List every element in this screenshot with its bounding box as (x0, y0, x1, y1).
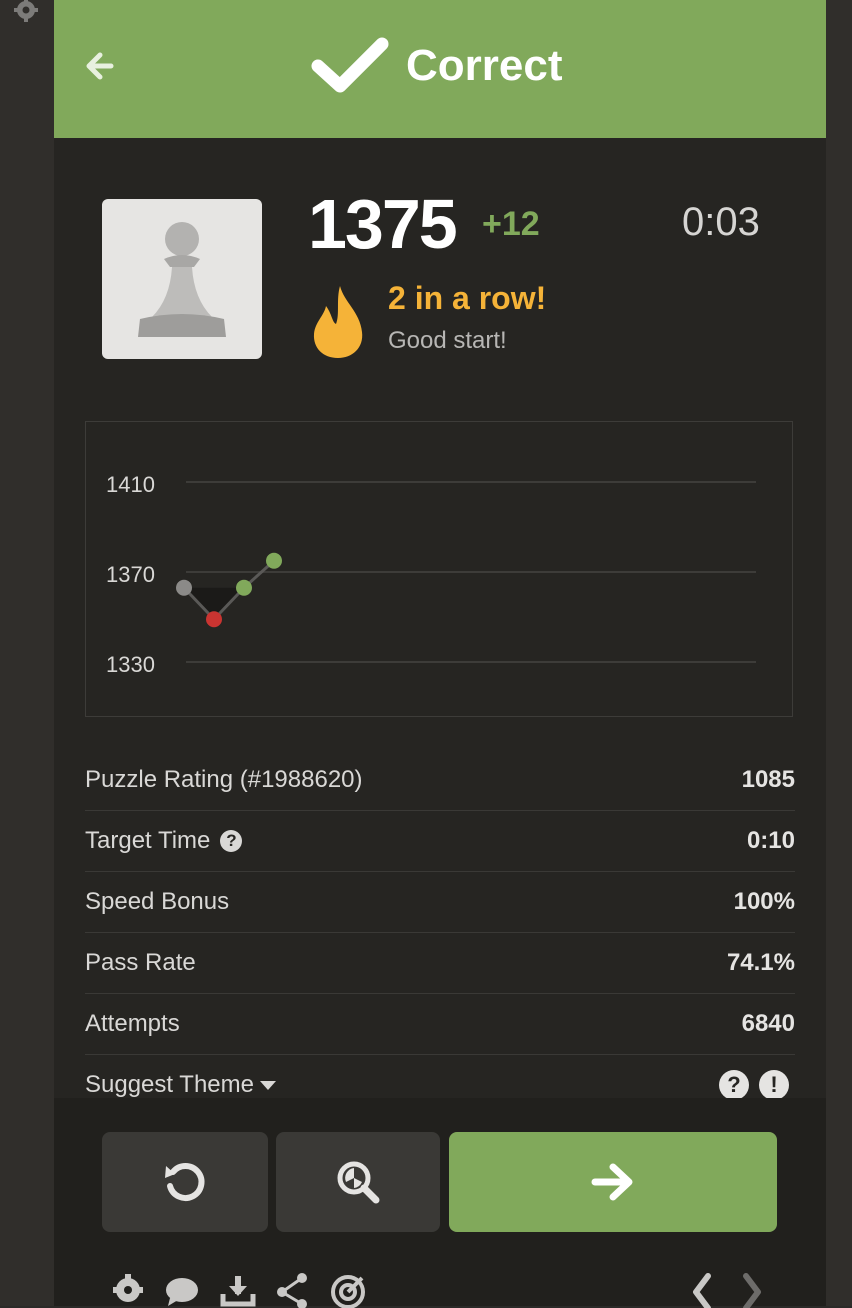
theme-icons: ? ! (709, 1070, 789, 1100)
stat-row-target-time: Target Time ? 0:10 (85, 811, 795, 872)
arrow-right-icon (591, 1163, 633, 1201)
chart-data-point (266, 552, 282, 569)
rating-change: +12 (482, 205, 540, 243)
analysis-magnifier-icon (337, 1161, 380, 1204)
stat-row-pass-rate: Pass Rate 74.1% (85, 933, 795, 994)
solve-timer: 0:03 (682, 200, 760, 244)
caret-down-icon (260, 1080, 276, 1090)
gear-icon[interactable] (108, 1268, 148, 1308)
download-icon[interactable] (218, 1268, 258, 1308)
chart-data-point (176, 579, 192, 596)
help-icon[interactable]: ? (719, 1070, 749, 1100)
y-tick-label: 1370 (106, 562, 155, 587)
stat-label: Speed Bonus (85, 888, 230, 915)
puzzle-stats: Puzzle Rating (#1988620) 1085 Target Tim… (85, 750, 795, 1115)
checkmark-icon (311, 37, 389, 93)
stat-value: 1085 (741, 766, 795, 793)
stat-value: 0:10 (746, 827, 795, 854)
pawn-icon (138, 222, 226, 337)
next-puzzle-button[interactable] (449, 1132, 777, 1232)
stat-row-puzzle-rating: Puzzle Rating (#1988620) 1085 (85, 750, 795, 811)
stat-label: Attempts (85, 1010, 180, 1037)
back-arrow-icon[interactable] (78, 46, 118, 86)
suggest-theme-label: Suggest Theme (85, 1071, 254, 1098)
footer-toolbar (102, 1268, 782, 1308)
stat-label: Target Time (85, 827, 211, 854)
avatar (102, 199, 262, 359)
retry-icon (165, 1163, 205, 1201)
retry-button[interactable] (102, 1132, 268, 1232)
flame-icon (313, 286, 363, 358)
chevron-left-icon[interactable] (682, 1268, 722, 1308)
gear-icon[interactable] (6, 0, 38, 28)
chevron-right-icon[interactable] (732, 1268, 772, 1308)
stat-value: 100% (733, 888, 795, 915)
target-icon[interactable] (328, 1268, 368, 1308)
analysis-button[interactable] (276, 1132, 440, 1232)
stat-value: 74.1% (726, 949, 795, 976)
result-title: Correct (406, 41, 563, 90)
stat-label: Pass Rate (85, 949, 196, 976)
stat-label: Puzzle Rating (#1988620) (85, 766, 363, 793)
puzzle-result-panel: Correct 1375 +12 0:03 2 in a row! Good s… (54, 0, 826, 1308)
chart-data-point (236, 579, 252, 596)
streak-subtitle: Good start! (388, 327, 507, 354)
left-rail (0, 0, 54, 1306)
right-rail (826, 0, 852, 1306)
result-header: Correct (54, 0, 826, 138)
share-icon[interactable] (272, 1268, 312, 1308)
rating-chart: 1410 1370 1330 (85, 421, 793, 717)
stat-label-wrap: Target Time ? (85, 827, 243, 855)
y-tick-label: 1410 (106, 472, 155, 497)
chat-icon[interactable] (162, 1268, 202, 1308)
help-icon[interactable]: ? (220, 830, 243, 852)
streak-title: 2 in a row! (388, 280, 547, 316)
stat-row-speed-bonus: Speed Bonus 100% (85, 872, 795, 933)
suggest-theme-dropdown[interactable]: Suggest Theme (85, 1071, 276, 1099)
stat-value: 6840 (741, 1010, 795, 1037)
actions-bar (54, 1098, 826, 1308)
y-tick-label: 1330 (106, 652, 155, 677)
chart-data-point (206, 611, 222, 628)
player-rating: 1375 (308, 185, 458, 263)
report-icon[interactable]: ! (759, 1070, 789, 1100)
rating-chart-svg: 1410 1370 1330 (106, 472, 756, 677)
stat-row-attempts: Attempts 6840 (85, 994, 795, 1055)
